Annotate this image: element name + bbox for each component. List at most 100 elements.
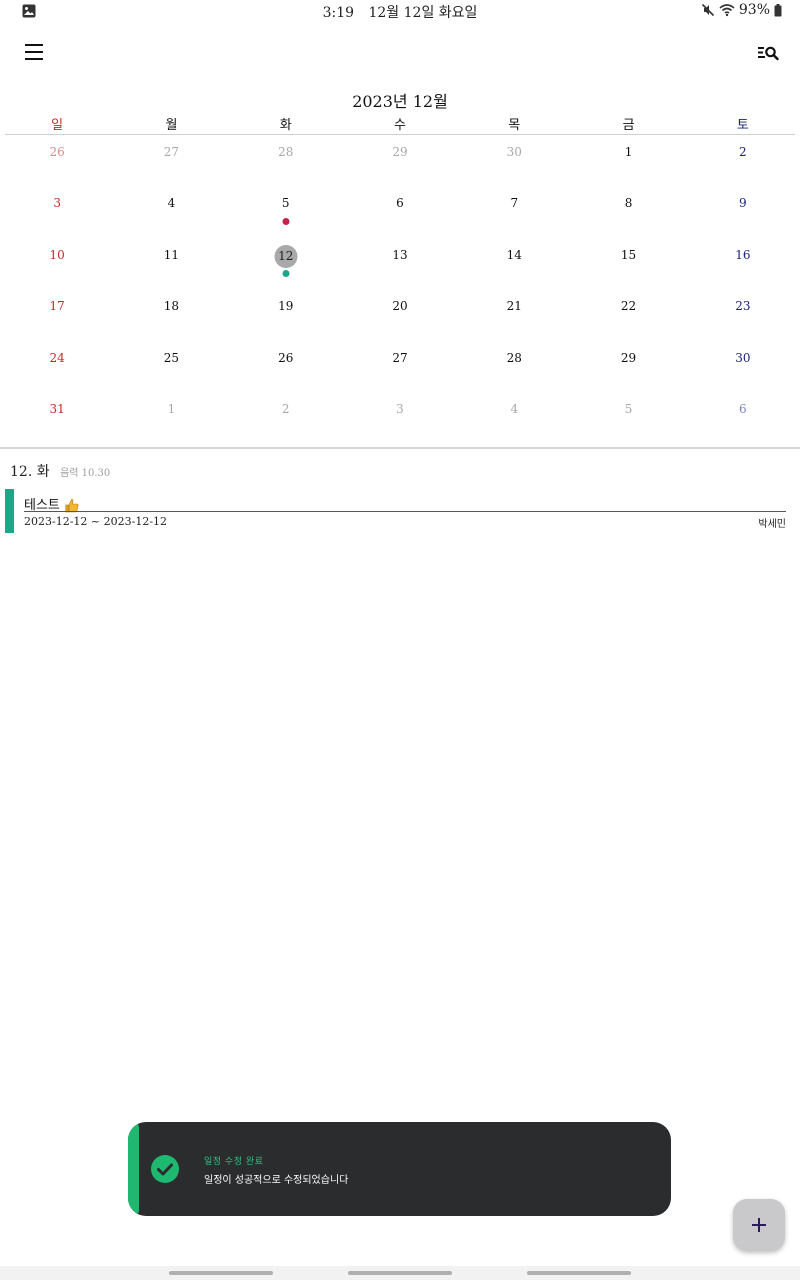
status-date: 12월 12일 화요일: [368, 5, 478, 21]
nav-back-pill[interactable]: [527, 1271, 631, 1275]
calendar-day[interactable]: 4: [457, 393, 571, 444]
day-number: 6: [739, 401, 747, 416]
calendar-day[interactable]: 19: [229, 290, 343, 341]
calendar-day[interactable]: 6: [686, 393, 800, 444]
weekday-thu: 목: [508, 118, 521, 133]
check-circle-icon: [151, 1155, 179, 1183]
calendar-day[interactable]: 13: [343, 239, 457, 290]
status-bar: 3:19 12월 12일 화요일 93%: [0, 0, 800, 24]
nav-home-pill[interactable]: [348, 1271, 452, 1275]
day-number: 1: [624, 145, 633, 159]
day-number: 17: [49, 299, 65, 314]
day-number: 28: [506, 350, 522, 365]
status-indicators: 93%: [701, 2, 782, 18]
list-search-icon[interactable]: [754, 38, 784, 68]
toast-title: 일정 수정 완료: [204, 1157, 264, 1167]
calendar-day[interactable]: 28: [457, 342, 571, 393]
status-time: 3:19: [322, 5, 355, 21]
calendar-day[interactable]: 17: [0, 290, 114, 341]
add-event-button[interactable]: [733, 1199, 785, 1251]
calendar-day[interactable]: 18: [114, 290, 228, 341]
nav-recents-pill[interactable]: [169, 1271, 273, 1275]
calendar-day[interactable]: 14: [457, 239, 571, 290]
toast-notification[interactable]: 일정 수정 완료 일정이 성공적으로 수정되었습니다: [128, 1122, 671, 1216]
day-number: 26: [278, 350, 294, 365]
calendar-day[interactable]: 29: [571, 342, 685, 393]
calendar-day[interactable]: 20: [343, 290, 457, 341]
section-divider: [0, 447, 800, 449]
calendar-day[interactable]: 9: [686, 187, 800, 238]
calendar-day[interactable]: 30: [686, 342, 800, 393]
calendar-day[interactable]: 16: [686, 239, 800, 290]
calendar-day[interactable]: 24: [0, 342, 114, 393]
calendar-day[interactable]: 15: [571, 239, 685, 290]
calendar-day[interactable]: 3: [343, 393, 457, 444]
day-number: 5: [624, 401, 633, 416]
app-bar: [0, 30, 800, 76]
weekday-sat: 토: [736, 118, 749, 133]
day-number: 7: [510, 196, 519, 211]
calendar-day[interactable]: 1: [114, 393, 228, 444]
day-number: 27: [163, 145, 180, 159]
calendar-day[interactable]: 2: [686, 136, 800, 187]
event-color-bar: [5, 489, 14, 533]
plus-icon: [752, 1218, 766, 1232]
day-number: 24: [49, 350, 65, 365]
day-number: 27: [392, 350, 408, 365]
menu-icon-line: [25, 51, 43, 53]
calendar-day[interactable]: 29: [343, 136, 457, 187]
calendar-day[interactable]: 26: [229, 342, 343, 393]
calendar-day[interactable]: 2: [229, 393, 343, 444]
calendar-day-today[interactable]: 12: [229, 239, 343, 290]
day-number: 29: [620, 350, 637, 365]
calendar-day[interactable]: 7: [457, 187, 571, 238]
calendar-day[interactable]: 26: [0, 136, 114, 187]
event-underline: [24, 511, 786, 512]
event-item[interactable]: 테스트 2023-12-12 ~ 2023-12-12 박세민: [5, 489, 786, 533]
day-number: 14: [506, 247, 522, 262]
day-number: 26: [49, 145, 65, 159]
calendar-day[interactable]: 10: [0, 239, 114, 290]
calendar-day[interactable]: 21: [457, 290, 571, 341]
calendar-day[interactable]: 28: [229, 136, 343, 187]
day-number: 4: [167, 196, 176, 211]
calendar-day[interactable]: 23: [686, 290, 800, 341]
month-title[interactable]: 2023년 12월: [0, 88, 800, 112]
day-number: 22: [620, 299, 637, 314]
day-number: 16: [735, 247, 751, 262]
lunar-date: 음력 10.30: [60, 468, 111, 479]
calendar-day[interactable]: 31: [0, 393, 114, 444]
calendar-day[interactable]: 5: [229, 187, 343, 238]
calendar-day[interactable]: 6: [343, 187, 457, 238]
calendar-day[interactable]: 11: [114, 239, 228, 290]
day-number: 13: [392, 247, 408, 262]
calendar-day[interactable]: 3: [0, 187, 114, 238]
battery-icon: [774, 3, 782, 16]
calendar-day[interactable]: 22: [571, 290, 685, 341]
calendar-day[interactable]: 1: [571, 136, 685, 187]
toast-message: 일정이 성공적으로 수정되었습니다: [204, 1175, 349, 1186]
day-number: 11: [163, 247, 180, 262]
day-number: 30: [735, 350, 751, 365]
event-date-range: 2023-12-12 ~ 2023-12-12: [24, 515, 168, 528]
calendar-day[interactable]: 25: [114, 342, 228, 393]
menu-button[interactable]: [18, 38, 50, 68]
weekday-fri: 금: [622, 118, 635, 133]
weekday-wed: 수: [394, 118, 406, 133]
calendar-day[interactable]: 8: [571, 187, 685, 238]
day-number: 20: [392, 299, 408, 314]
day-number: 3: [53, 196, 61, 211]
day-number: 31: [49, 401, 65, 416]
calendar-day[interactable]: 27: [114, 136, 228, 187]
navigation-bar: [0, 1266, 800, 1280]
calendar-day[interactable]: 4: [114, 187, 228, 238]
day-number: 25: [163, 350, 180, 365]
day-number: 4: [510, 401, 519, 416]
calendar-day[interactable]: 30: [457, 136, 571, 187]
day-number: 29: [392, 145, 408, 159]
weekday-header: 일 월 화 수 목 금 토: [0, 114, 800, 134]
calendar-day[interactable]: 5: [571, 393, 685, 444]
selected-day-label: 12. 화: [10, 464, 50, 480]
calendar-day[interactable]: 27: [343, 342, 457, 393]
mute-icon: [701, 3, 714, 17]
